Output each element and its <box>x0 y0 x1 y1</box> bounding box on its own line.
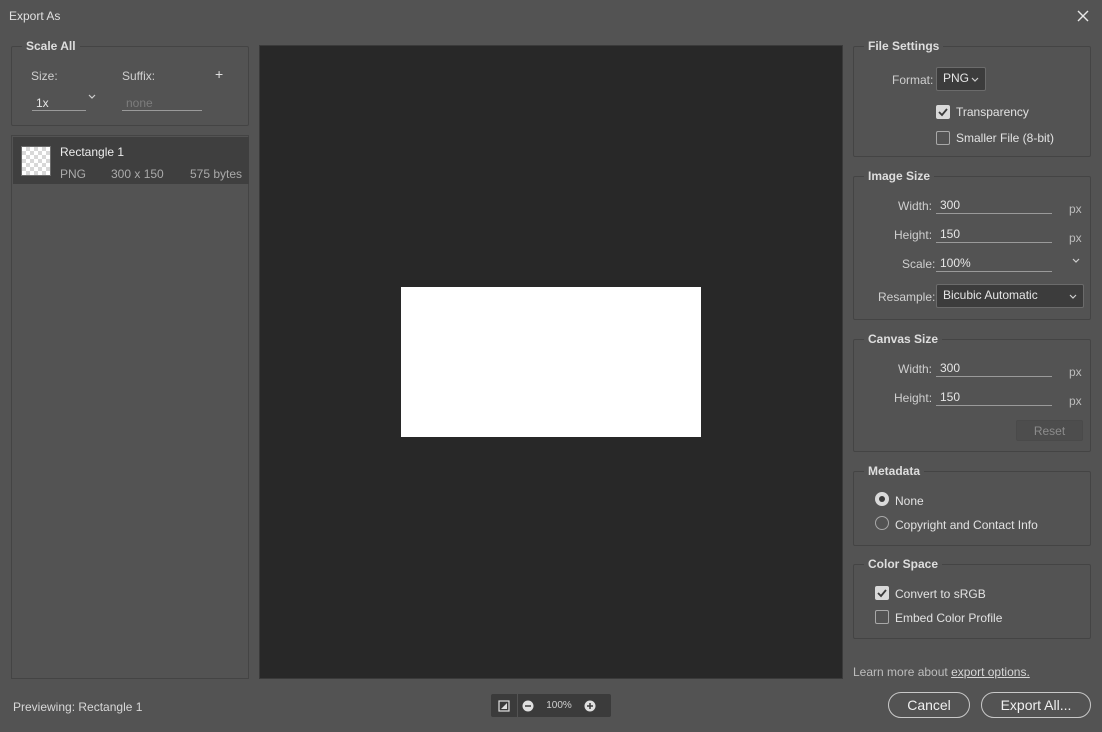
previewing-name: Rectangle 1 <box>78 700 143 714</box>
transparency-checkbox[interactable] <box>936 105 950 119</box>
zoom-level: 100% <box>546 700 572 711</box>
canvas-width-value: 300 <box>940 361 961 375</box>
smaller-file-label: Smaller File (8-bit) <box>956 131 1055 145</box>
embed-profile-label: Embed Color Profile <box>895 611 1003 625</box>
learn-more-text: Learn more about export options. <box>853 665 1030 679</box>
metadata-title: Metadata <box>864 464 925 478</box>
image-height-value: 150 <box>940 227 961 241</box>
previewing-label: Previewing: <box>13 700 76 714</box>
smaller-file-checkbox[interactable] <box>936 131 950 145</box>
canvas-height-input[interactable]: 150 <box>936 390 1052 406</box>
chevron-down-icon <box>1072 258 1080 263</box>
canvas-size-title: Canvas Size <box>864 332 943 346</box>
chevron-down-icon <box>971 77 979 82</box>
suffix-label: Suffix: <box>122 69 156 83</box>
reset-button[interactable]: Reset <box>1016 420 1083 441</box>
image-size-group: Image Size Width: 300 px Height: 150 px … <box>853 169 1091 320</box>
asset-name: Rectangle 1 <box>60 145 125 159</box>
resample-select[interactable]: Bicubic Automatic <box>936 284 1084 308</box>
scale-value: 100% <box>940 256 971 270</box>
format-label: Format: <box>892 73 934 87</box>
zoom-in-icon <box>584 700 596 711</box>
canvas-height-unit: px <box>1069 394 1082 408</box>
zoom-out-button[interactable] <box>518 694 538 717</box>
learn-more-prefix: Learn more about <box>853 665 952 679</box>
embed-profile-checkbox[interactable] <box>875 610 889 624</box>
close-icon <box>1077 10 1089 22</box>
canvas-height-value: 150 <box>940 390 961 404</box>
metadata-copyright-label: Copyright and Contact Info <box>895 518 1038 532</box>
add-scale-button[interactable]: + <box>215 66 223 82</box>
resample-value: Bicubic Automatic <box>943 288 1038 302</box>
metadata-none-label: None <box>895 494 924 508</box>
zoom-in-button[interactable] <box>580 694 600 717</box>
checkmark-icon <box>877 589 887 598</box>
canvas-width-unit: px <box>1069 365 1082 379</box>
transparency-label: Transparency <box>956 105 1029 119</box>
export-all-button[interactable]: Export All... <box>981 692 1091 718</box>
image-height-input[interactable]: 150 <box>936 227 1052 243</box>
cancel-button[interactable]: Cancel <box>888 692 970 718</box>
image-height-label: Height: <box>894 228 933 242</box>
size-label: Size: <box>31 69 58 83</box>
asset-thumbnail <box>21 146 51 176</box>
export-options-link[interactable]: export options. <box>951 665 1030 679</box>
metadata-copyright-radio[interactable] <box>875 516 889 530</box>
scale-all-group: Scale All Size: Suffix: + 1x <box>11 39 249 126</box>
preview-canvas[interactable] <box>259 45 843 679</box>
file-settings-title: File Settings <box>864 39 944 53</box>
asset-format: PNG <box>60 167 87 181</box>
image-width-unit: px <box>1069 202 1082 216</box>
chevron-down-icon <box>1069 294 1077 299</box>
metadata-group: Metadata None Copyright and Contact Info <box>853 464 1091 546</box>
convert-srgb-checkbox[interactable] <box>875 586 889 600</box>
title-bar: Export As <box>0 0 1102 31</box>
color-space-group: Color Space Convert to sRGB Embed Color … <box>853 557 1091 639</box>
image-size-title: Image Size <box>864 169 935 183</box>
image-width-label: Width: <box>898 199 933 213</box>
format-select[interactable]: PNG <box>936 67 986 91</box>
checkmark-icon <box>938 108 948 117</box>
preview-image <box>401 287 701 437</box>
resample-label: Resample: <box>878 290 936 304</box>
convert-srgb-label: Convert to sRGB <box>895 587 986 601</box>
image-width-input[interactable]: 300 <box>936 198 1052 214</box>
image-height-unit: px <box>1069 231 1082 245</box>
image-width-value: 300 <box>940 198 961 212</box>
canvas-width-label: Width: <box>898 362 933 376</box>
previewing-status: Previewing: Rectangle 1 <box>13 700 142 714</box>
suffix-input[interactable] <box>122 95 202 111</box>
fit-to-view-button[interactable] <box>491 694 517 717</box>
chevron-down-icon <box>88 94 96 99</box>
metadata-none-radio[interactable] <box>875 492 889 506</box>
scale-label: Scale: <box>902 257 936 271</box>
dialog-title: Export As <box>9 9 61 23</box>
asset-list: Rectangle 1 PNG 300 x 150 575 bytes <box>11 135 249 679</box>
asset-row[interactable]: Rectangle 1 PNG 300 x 150 575 bytes <box>13 137 249 184</box>
zoom-out-icon <box>522 700 534 711</box>
format-value: PNG <box>943 71 970 85</box>
scale-input[interactable]: 100% <box>936 256 1052 272</box>
size-dropdown[interactable]: 1x <box>32 94 86 111</box>
canvas-size-group: Canvas Size Width: 300 px Height: 150 px… <box>853 332 1091 452</box>
size-value: 1x <box>36 96 49 110</box>
canvas-width-input[interactable]: 300 <box>936 361 1052 377</box>
zoom-controls: 100% <box>491 694 611 717</box>
fit-screen-icon <box>498 699 510 712</box>
file-settings-group: File Settings Format: PNG Transparency S… <box>853 39 1091 157</box>
scale-all-title: Scale All <box>22 39 80 53</box>
asset-dimensions: 300 x 150 <box>111 167 164 181</box>
canvas-height-label: Height: <box>894 391 933 405</box>
close-button[interactable] <box>1072 5 1094 27</box>
color-space-title: Color Space <box>864 557 943 571</box>
asset-filesize: 575 bytes <box>190 167 243 181</box>
